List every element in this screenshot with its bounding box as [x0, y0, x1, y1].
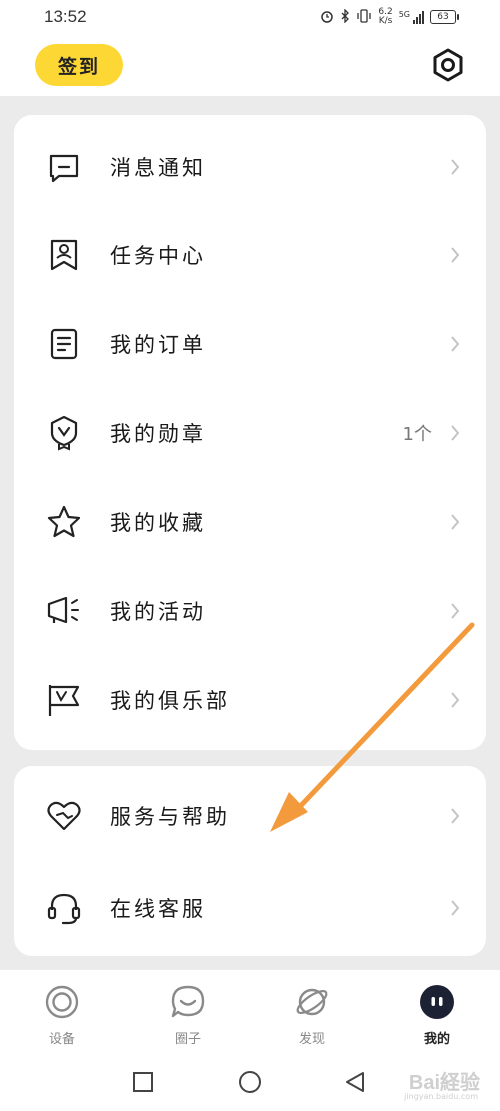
menu-label: 任务中心: [110, 244, 206, 268]
bluetooth-icon: [340, 7, 350, 26]
community-icon: [170, 984, 206, 1020]
status-icons: 6.2 K/s 5G 63: [320, 7, 459, 27]
nav-tab-profile[interactable]: 我的: [387, 970, 487, 1052]
nav-tab-device[interactable]: 设备: [12, 970, 112, 1052]
message-icon: [46, 149, 82, 185]
medal-count: 1个: [402, 424, 432, 445]
recent-apps-icon[interactable]: [131, 1070, 155, 1094]
menu-item-online-support[interactable]: 在线客服: [14, 864, 486, 952]
medal-icon: [46, 415, 82, 451]
menu-item-club[interactable]: 我的俱乐部: [14, 656, 486, 744]
menu-label: 我的俱乐部: [110, 689, 230, 713]
home-icon[interactable]: [238, 1070, 262, 1094]
battery-icon: 63: [430, 10, 459, 24]
chevron-right-icon: [448, 334, 462, 354]
menu-label: 我的勋章: [110, 422, 206, 446]
nav-tab-discover[interactable]: 发现: [262, 970, 362, 1052]
back-icon[interactable]: [343, 1070, 367, 1094]
settings-icon[interactable]: [430, 47, 466, 83]
menu-item-medals[interactable]: 我的勋章 1个: [14, 389, 486, 477]
signal-icon: 5G: [399, 10, 424, 24]
menu-item-favorites[interactable]: 我的收藏: [14, 478, 486, 566]
chevron-right-icon: [448, 512, 462, 532]
club-flag-icon: [46, 682, 82, 718]
headset-icon: [46, 890, 82, 926]
vibrate-icon: [356, 8, 372, 26]
menu-label: 消息通知: [110, 156, 206, 180]
menu-label: 服务与帮助: [110, 805, 230, 829]
order-document-icon: [46, 326, 82, 362]
watermark: Bai経验: [408, 1072, 480, 1094]
checkin-button[interactable]: 签到: [35, 44, 123, 86]
nav-label: 设备: [48, 1032, 75, 1047]
nav-label: 圈子: [174, 1032, 201, 1047]
chevron-right-icon: [448, 157, 462, 177]
star-icon: [46, 504, 82, 540]
planet-icon: [294, 984, 330, 1020]
network-speed: 6.2 K/s: [378, 7, 393, 26]
chevron-right-icon: [448, 601, 462, 621]
watermark-url: jingyan.baidu.com: [404, 1092, 478, 1101]
status-time: 13:52: [44, 7, 87, 26]
main-menu-card: 消息通知 任务中心 我的订单 我的勋章 1个 我的收藏 我的活动 我的俱乐部: [14, 115, 486, 750]
device-icon: [44, 984, 80, 1020]
nav-label: 我的: [423, 1032, 450, 1047]
alarm-icon: [320, 9, 334, 26]
chevron-right-icon: [448, 690, 462, 710]
menu-item-task-center[interactable]: 任务中心: [14, 211, 486, 299]
menu-label: 我的收藏: [110, 511, 206, 535]
menu-item-orders[interactable]: 我的订单: [14, 300, 486, 388]
status-bar: 13:52 6.2 K/s 5G 63: [0, 0, 500, 34]
menu-item-messages[interactable]: 消息通知: [14, 123, 486, 211]
menu-label: 我的订单: [110, 333, 206, 357]
heart-help-icon: [46, 798, 82, 834]
menu-label: 在线客服: [110, 897, 206, 921]
task-badge-icon: [46, 237, 82, 273]
chevron-right-icon: [448, 806, 462, 826]
megaphone-icon: [46, 593, 82, 629]
system-nav-bar: Bai経验 jingyan.baidu.com: [0, 1052, 500, 1111]
chevron-right-icon: [448, 898, 462, 918]
menu-item-service-help[interactable]: 服务与帮助: [14, 772, 486, 860]
secondary-menu-card: 服务与帮助 在线客服: [14, 766, 486, 956]
menu-label: 我的活动: [110, 600, 206, 624]
bottom-nav: 设备 圈子 发现 我的: [0, 970, 500, 1052]
header: 签到: [0, 34, 500, 96]
chevron-right-icon: [448, 423, 462, 443]
menu-item-activities[interactable]: 我的活动: [14, 567, 486, 655]
nav-label: 发现: [298, 1032, 325, 1047]
chevron-right-icon: [448, 245, 462, 265]
profile-icon: [419, 984, 455, 1020]
nav-tab-community[interactable]: 圈子: [138, 970, 238, 1052]
